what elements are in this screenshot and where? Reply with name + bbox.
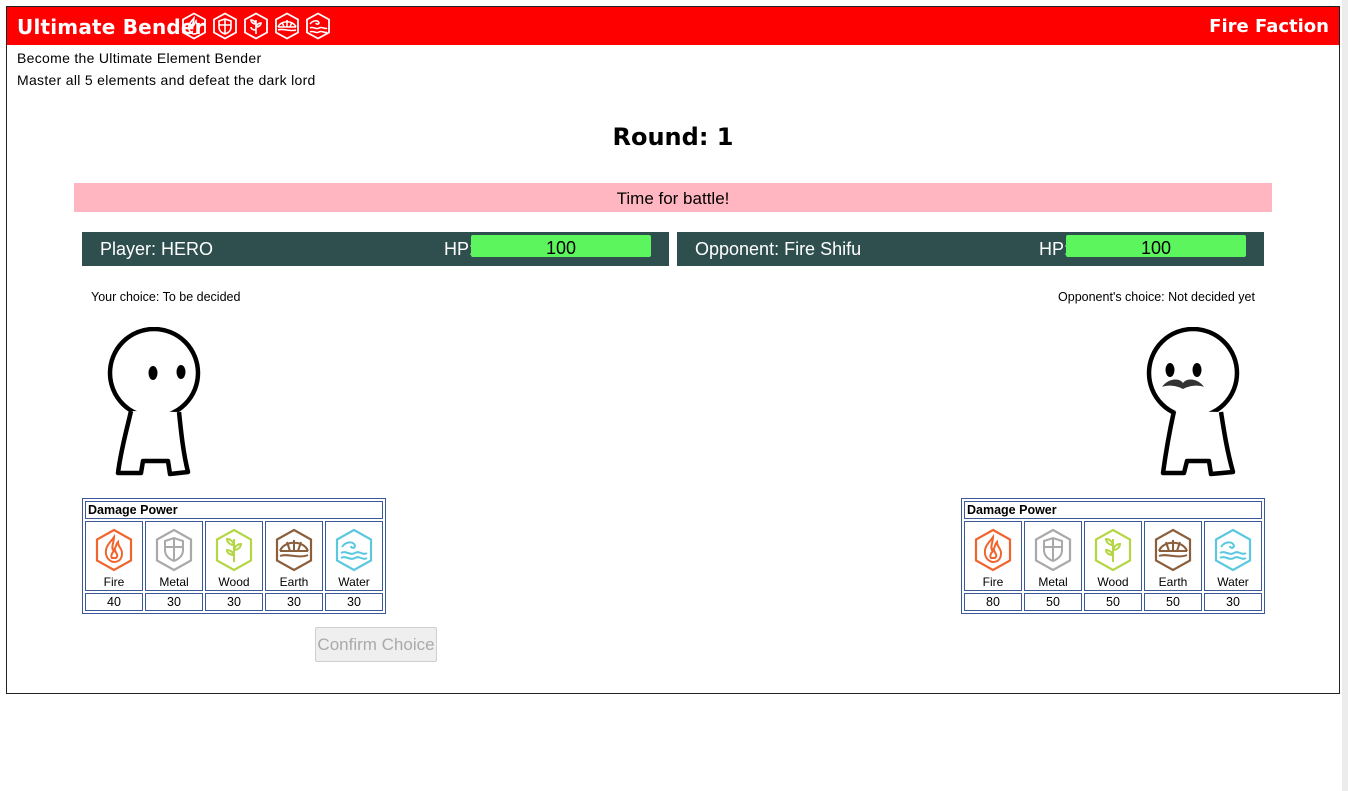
opponent-damage-metal: 50	[1024, 593, 1082, 611]
element-label: Earth	[1158, 575, 1188, 589]
player-element-fire[interactable]: Fire	[85, 521, 143, 591]
hero-character	[102, 326, 207, 483]
opponent-element-metal: Metal	[1024, 521, 1082, 591]
element-label: Fire	[982, 575, 1004, 589]
app-header: Ultimate Bender Fire Faction	[7, 7, 1339, 45]
opponent-damage-water: 30	[1204, 593, 1262, 611]
water-icon	[1213, 528, 1253, 572]
player-name: Player: HERO	[100, 239, 214, 259]
fire-icon	[94, 528, 134, 572]
round-title: Round: 1	[612, 123, 734, 151]
player-hp-bar: 100	[471, 235, 651, 258]
opponent-character	[1145, 326, 1250, 483]
damage-table-title: Damage Power	[85, 501, 383, 519]
opponent-element-wood: Wood	[1084, 521, 1142, 591]
player-choice: Your choice: To be decided	[91, 290, 241, 304]
fire-icon	[180, 12, 208, 40]
faction-label: Fire Faction	[1209, 16, 1329, 37]
player-element-earth[interactable]: Earth	[265, 521, 323, 591]
earth-icon	[1153, 528, 1193, 572]
metal-icon	[1033, 528, 1073, 572]
opponent-statbar: Opponent: Fire Shifu HP: 100	[677, 232, 1264, 266]
opponent-hp-bar: 100	[1066, 235, 1246, 258]
opponent-choice: Opponent's choice: Not decided yet	[1058, 290, 1255, 304]
element-label: Metal	[1038, 575, 1068, 589]
player-damage-earth: 30	[265, 593, 323, 611]
opponent-element-water: Water	[1204, 521, 1262, 591]
damage-table-title: Damage Power	[964, 501, 1262, 519]
scrollbar-track[interactable]	[1342, 0, 1348, 791]
player-hp-value: 100	[545, 238, 577, 258]
player-damage-table: Damage Power Fire Metal Wood Earth Water	[82, 498, 386, 614]
opponent-damage-earth: 50	[1144, 593, 1202, 611]
fire-icon	[973, 528, 1013, 572]
water-icon	[304, 12, 332, 40]
player-statbar: Player: HERO HP: 100	[82, 232, 669, 266]
opponent-damage-fire: 80	[964, 593, 1022, 611]
wood-icon	[1093, 528, 1133, 572]
player-element-metal[interactable]: Metal	[145, 521, 203, 591]
player-damage-water: 30	[325, 593, 383, 611]
confirm-choice-button[interactable]: Confirm Choice	[315, 627, 437, 662]
element-label: Fire	[103, 575, 125, 589]
app-title: Ultimate Bender	[17, 15, 205, 39]
opponent-damage-wood: 50	[1084, 593, 1142, 611]
player-damage-metal: 30	[145, 593, 203, 611]
earth-icon	[273, 12, 301, 40]
earth-icon	[274, 528, 314, 572]
opponent-hp-label: HP:	[1039, 239, 1070, 259]
opponent-name: Opponent: Fire Shifu	[695, 239, 862, 259]
tagline-primary: Become the Ultimate Element Bender	[17, 50, 262, 66]
player-hp-label: HP:	[444, 239, 475, 259]
wood-icon	[242, 12, 270, 40]
battle-message: Time for battle!	[74, 183, 1272, 212]
player-damage-fire: 40	[85, 593, 143, 611]
metal-icon	[211, 12, 239, 40]
element-label: Wood	[218, 575, 250, 589]
opponent-element-earth: Earth	[1144, 521, 1202, 591]
game-frame: Ultimate Bender Fire Faction Become the …	[6, 6, 1340, 694]
element-label: Metal	[159, 575, 189, 589]
element-label: Water	[1217, 575, 1249, 589]
element-label: Water	[338, 575, 370, 589]
wood-icon	[214, 528, 254, 572]
water-icon	[334, 528, 374, 572]
element-icons	[180, 12, 332, 40]
player-damage-wood: 30	[205, 593, 263, 611]
metal-icon	[154, 528, 194, 572]
opponent-hp-value: 100	[1140, 238, 1172, 258]
opponent-element-fire: Fire	[964, 521, 1022, 591]
element-label: Earth	[279, 575, 309, 589]
player-element-water[interactable]: Water	[325, 521, 383, 591]
element-label: Wood	[1097, 575, 1129, 589]
opponent-damage-table: Damage Power Fire Metal Wood Earth Water	[961, 498, 1265, 614]
tagline-secondary: Master all 5 elements and defeat the dar…	[17, 72, 316, 88]
player-element-wood[interactable]: Wood	[205, 521, 263, 591]
